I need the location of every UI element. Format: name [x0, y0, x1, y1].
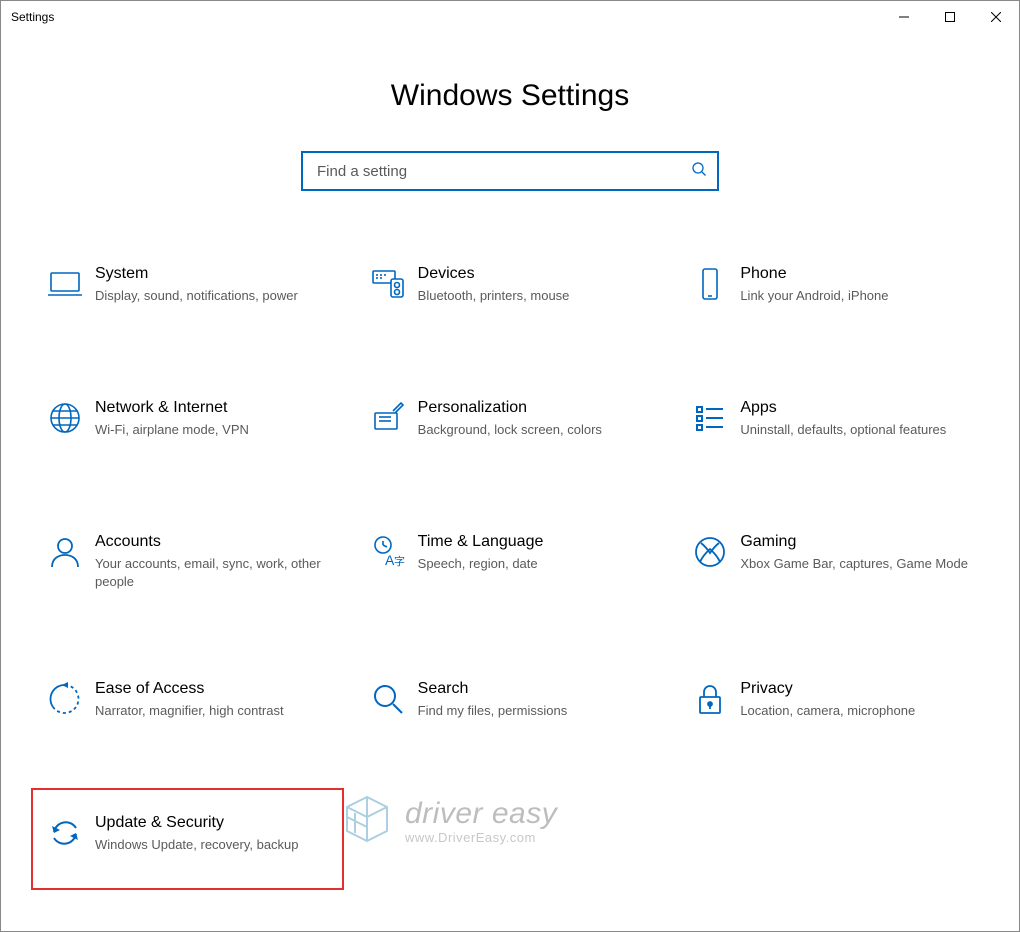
tile-desc: Background, lock screen, colors	[418, 421, 602, 439]
magnifier-icon	[358, 680, 418, 724]
tile-title: Accounts	[95, 533, 328, 551]
tile-desc: Display, sound, notifications, power	[95, 287, 298, 305]
tile-desc: Find my files, permissions	[418, 702, 568, 720]
tile-ease-of-access[interactable]: Ease of Access Narrator, magnifier, high…	[31, 676, 344, 738]
tile-title: Gaming	[740, 533, 968, 551]
xbox-icon	[680, 533, 740, 577]
tile-desc: Xbox Game Bar, captures, Game Mode	[740, 555, 968, 573]
tile-desc: Windows Update, recovery, backup	[95, 836, 299, 854]
apps-icon	[680, 399, 740, 443]
tile-desc: Your accounts, email, sync, work, other …	[95, 555, 328, 590]
paint-icon	[358, 399, 418, 443]
phone-icon	[680, 265, 740, 309]
search-container	[1, 151, 1019, 191]
ease-of-access-icon	[35, 680, 95, 724]
tile-title: Time & Language	[418, 533, 544, 551]
search-input[interactable]	[317, 163, 691, 180]
close-button[interactable]	[973, 1, 1019, 33]
window-controls	[881, 1, 1019, 33]
tile-title: Devices	[418, 265, 570, 283]
tile-accounts[interactable]: Accounts Your accounts, email, sync, wor…	[31, 529, 344, 604]
tile-desc: Uninstall, defaults, optional features	[740, 421, 946, 439]
time-language-icon: A字	[358, 533, 418, 577]
tile-desc: Speech, region, date	[418, 555, 544, 573]
person-icon	[35, 533, 95, 577]
tile-title: Network & Internet	[95, 399, 249, 417]
tile-desc: Location, camera, microphone	[740, 702, 915, 720]
tile-title: Ease of Access	[95, 680, 284, 698]
tile-phone[interactable]: Phone Link your Android, iPhone	[676, 261, 989, 323]
tile-devices[interactable]: Devices Bluetooth, printers, mouse	[354, 261, 667, 323]
tile-system[interactable]: System Display, sound, notifications, po…	[31, 261, 344, 323]
svg-text:字: 字	[394, 554, 405, 568]
tile-title: Update & Security	[95, 814, 299, 832]
tile-title: Privacy	[740, 680, 915, 698]
globe-icon	[35, 399, 95, 443]
search-icon[interactable]	[691, 161, 707, 182]
titlebar: Settings	[1, 1, 1019, 33]
tile-update-security[interactable]: Update & Security Windows Update, recove…	[31, 788, 344, 890]
tile-gaming[interactable]: Gaming Xbox Game Bar, captures, Game Mod…	[676, 529, 989, 604]
settings-grid: System Display, sound, notifications, po…	[1, 261, 1019, 890]
tile-desc: Link your Android, iPhone	[740, 287, 888, 305]
tile-network[interactable]: Network & Internet Wi-Fi, airplane mode,…	[31, 395, 344, 457]
system-icon	[35, 265, 95, 309]
tile-desc: Wi-Fi, airplane mode, VPN	[95, 421, 249, 439]
search-box[interactable]	[301, 151, 719, 191]
lock-icon	[680, 680, 740, 724]
tile-privacy[interactable]: Privacy Location, camera, microphone	[676, 676, 989, 738]
maximize-button[interactable]	[927, 1, 973, 33]
page-heading: Windows Settings	[1, 79, 1019, 113]
tile-time-language[interactable]: A字 Time & Language Speech, region, date	[354, 529, 667, 604]
minimize-button[interactable]	[881, 1, 927, 33]
tile-title: Search	[418, 680, 568, 698]
tile-desc: Bluetooth, printers, mouse	[418, 287, 570, 305]
tile-title: Phone	[740, 265, 888, 283]
tile-apps[interactable]: Apps Uninstall, defaults, optional featu…	[676, 395, 989, 457]
window-title: Settings	[11, 10, 54, 24]
tile-title: Personalization	[418, 399, 602, 417]
tile-search[interactable]: Search Find my files, permissions	[354, 676, 667, 738]
update-icon	[35, 814, 95, 858]
tile-personalization[interactable]: Personalization Background, lock screen,…	[354, 395, 667, 457]
tile-title: Apps	[740, 399, 946, 417]
tile-desc: Narrator, magnifier, high contrast	[95, 702, 284, 720]
devices-icon	[358, 265, 418, 309]
tile-title: System	[95, 265, 298, 283]
